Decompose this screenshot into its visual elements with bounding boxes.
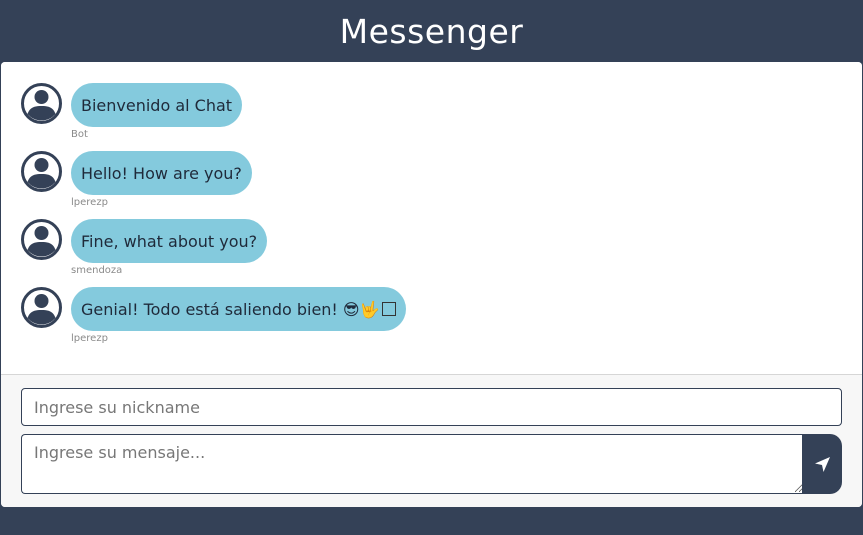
page-title: Messenger (339, 11, 524, 51)
message-composer (1, 375, 862, 507)
message-text: Genial! Todo está saliendo bien! 😎🤟 (81, 299, 380, 319)
message-item: Hello! How are you? lperezp (21, 151, 621, 213)
user-avatar-icon (21, 219, 62, 260)
message-bubble: Bienvenido al Chat (71, 83, 243, 127)
user-avatar-icon (21, 151, 62, 192)
message-text: Bienvenido al Chat (81, 95, 233, 115)
message-author: Bot (71, 129, 88, 140)
message-author: lperezp (71, 197, 108, 208)
message-list: Bienvenido al Chat Bot Hello! How are yo… (1, 62, 862, 375)
message-item: Bienvenido al Chat Bot (21, 83, 621, 145)
message-bubble: Fine, what about you? (71, 219, 268, 263)
paper-plane-icon (814, 456, 830, 472)
message-input[interactable] (21, 434, 803, 494)
user-avatar-icon (21, 287, 62, 328)
message-bubble: Hello! How are you? (71, 151, 252, 195)
message-item: Fine, what about you? smendoza (21, 219, 621, 281)
nickname-input[interactable] (21, 388, 842, 426)
message-author: lperezp (71, 333, 108, 344)
user-avatar-icon (21, 83, 62, 124)
send-button[interactable] (802, 434, 842, 494)
message-text: Hello! How are you? (81, 163, 242, 183)
app-header: Messenger (0, 0, 863, 62)
message-text: Fine, what about you? (81, 231, 258, 251)
chat-card: Bienvenido al Chat Bot Hello! How are yo… (1, 62, 862, 507)
missing-glyph-icon (381, 302, 396, 316)
message-item: Genial! Todo está saliendo bien! 😎🤟 lper… (21, 287, 621, 349)
message-author: smendoza (71, 265, 123, 276)
message-bubble: Genial! Todo está saliendo bien! 😎🤟 (71, 287, 406, 331)
